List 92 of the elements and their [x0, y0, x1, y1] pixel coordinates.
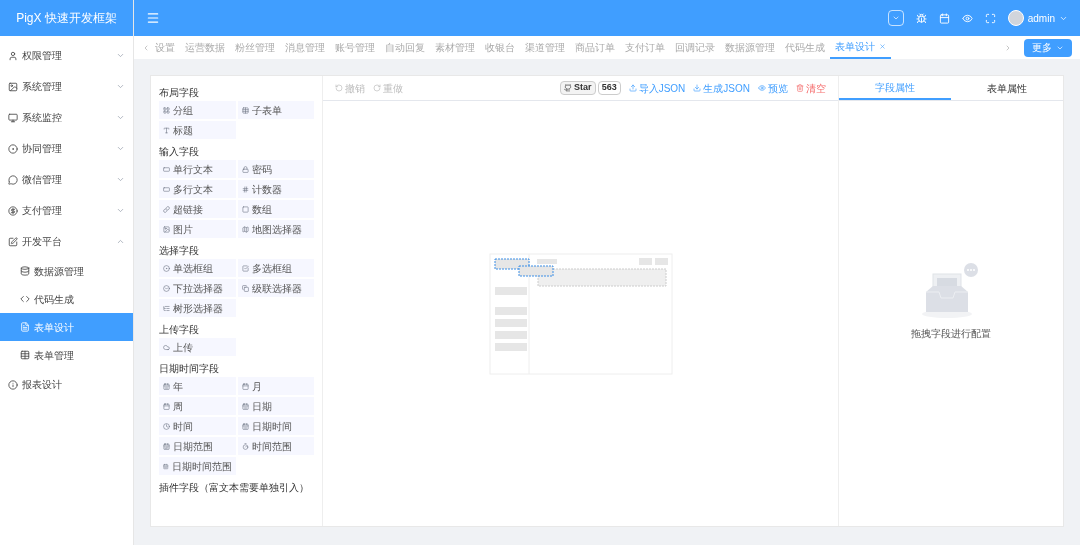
field-icon	[163, 106, 170, 114]
field-icon	[163, 185, 170, 193]
download-icon	[693, 84, 702, 92]
field-item[interactable]: 数组	[237, 200, 314, 218]
field-icon	[163, 402, 170, 410]
sidebar-subitem[interactable]: 数据源管理	[0, 257, 133, 285]
star-count: 563	[597, 81, 621, 95]
field-icon	[241, 402, 249, 410]
field-item[interactable]: 日期时间范围	[159, 457, 236, 475]
group-title: 插件字段（富文本需要单独引入）	[159, 480, 310, 495]
empty-inbox-drawing	[921, 262, 981, 318]
field-item[interactable]: 标题	[159, 121, 236, 139]
avatar[interactable]	[1007, 10, 1024, 26]
group-title: 选择字段	[159, 243, 200, 258]
field-item[interactable]: 级联选择器	[237, 279, 314, 297]
star-button[interactable]: Star	[560, 81, 596, 95]
field-icon	[241, 205, 249, 213]
field-icon	[163, 205, 170, 213]
field-item[interactable]: 年	[159, 377, 236, 395]
github-icon	[564, 84, 573, 92]
field-icon	[241, 225, 249, 233]
field-item[interactable]: 多行文本	[159, 180, 236, 198]
sidebar-item[interactable]: 开发平台	[0, 226, 133, 257]
chevron-down-icon	[891, 14, 900, 22]
field-item[interactable]: 密码	[237, 160, 314, 178]
undo-icon	[335, 84, 343, 92]
field-icon	[241, 442, 249, 450]
field-icon	[241, 264, 249, 272]
sidebar-item[interactable]: 报表设计	[0, 369, 133, 400]
field-icon	[241, 284, 249, 292]
scroll-right-icon[interactable]	[1004, 43, 1012, 52]
empty-hint: 拖拽字段进行配置	[911, 327, 991, 341]
upload-icon	[628, 84, 637, 92]
group-title: 布局字段	[159, 85, 200, 100]
sidebar-item[interactable]: 系统管理	[0, 71, 133, 102]
field-icon	[241, 106, 249, 114]
field-icon	[163, 304, 170, 312]
field-item[interactable]: 多选框组	[237, 259, 314, 277]
property-tab[interactable]: 表单属性	[951, 76, 1063, 100]
field-item[interactable]: 图片	[159, 220, 236, 238]
field-item[interactable]: 超链接	[159, 200, 236, 218]
field-item[interactable]: 子表单	[237, 101, 314, 119]
group-title: 日期时间字段	[159, 361, 220, 376]
field-item[interactable]: 时间	[159, 417, 236, 435]
sidebar-item[interactable]: 协同管理	[0, 133, 133, 164]
app-title: PigX 快速开发框架	[0, 0, 133, 36]
sidebar-item[interactable]: 支付管理	[0, 195, 133, 226]
field-icon	[241, 165, 249, 173]
field-item[interactable]: 日期范围	[159, 437, 236, 455]
eye-icon	[758, 84, 766, 92]
field-item[interactable]: 地图选择器	[237, 220, 314, 238]
field-item[interactable]: 日期时间	[237, 417, 314, 435]
bug-icon[interactable]	[915, 12, 927, 24]
field-icon	[163, 284, 170, 292]
field-icon	[163, 462, 169, 470]
field-icon	[163, 422, 170, 430]
field-icon	[241, 185, 249, 193]
field-icon	[163, 343, 170, 351]
field-icon	[163, 264, 170, 272]
sidebar-subitem[interactable]: 表单管理	[0, 341, 133, 369]
group-title: 输入字段	[159, 144, 200, 159]
field-item[interactable]: 月	[237, 377, 314, 395]
field-icon	[163, 442, 170, 450]
field-item[interactable]: 日期	[237, 397, 314, 415]
field-item[interactable]: 下拉选择器	[159, 279, 236, 297]
field-item[interactable]: 分组	[159, 101, 236, 119]
field-icon	[163, 126, 170, 134]
field-item[interactable]: 时间范围	[237, 437, 314, 455]
close-icon[interactable]	[879, 43, 886, 50]
sidebar-item[interactable]: 权限管理	[0, 40, 133, 71]
field-icon	[241, 422, 249, 430]
field-item[interactable]: 单行文本	[159, 160, 236, 178]
sidebar-subitem[interactable]: 代码生成	[0, 285, 133, 313]
field-icon	[163, 225, 170, 233]
scroll-left-icon[interactable]	[142, 43, 150, 52]
field-icon	[163, 165, 170, 173]
group-title: 上传字段	[159, 322, 200, 337]
calendar-icon[interactable]	[938, 12, 950, 24]
field-icon	[241, 382, 249, 390]
field-item[interactable]: 计数器	[237, 180, 314, 198]
sidebar-item[interactable]: 系统监控	[0, 102, 133, 133]
field-item[interactable]: 上传	[159, 338, 236, 356]
redo-icon	[373, 84, 381, 92]
dropdown-toggle[interactable]	[887, 10, 904, 26]
fullscreen-icon[interactable]	[984, 12, 996, 24]
field-item[interactable]: 树形选择器	[159, 299, 236, 317]
field-icon	[163, 382, 170, 390]
field-item[interactable]: 单选框组	[159, 259, 236, 277]
trash-icon	[796, 84, 804, 92]
eye-icon[interactable]	[961, 12, 973, 24]
field-item[interactable]: 周	[159, 397, 236, 415]
sidebar-item[interactable]: 微信管理	[0, 164, 133, 195]
